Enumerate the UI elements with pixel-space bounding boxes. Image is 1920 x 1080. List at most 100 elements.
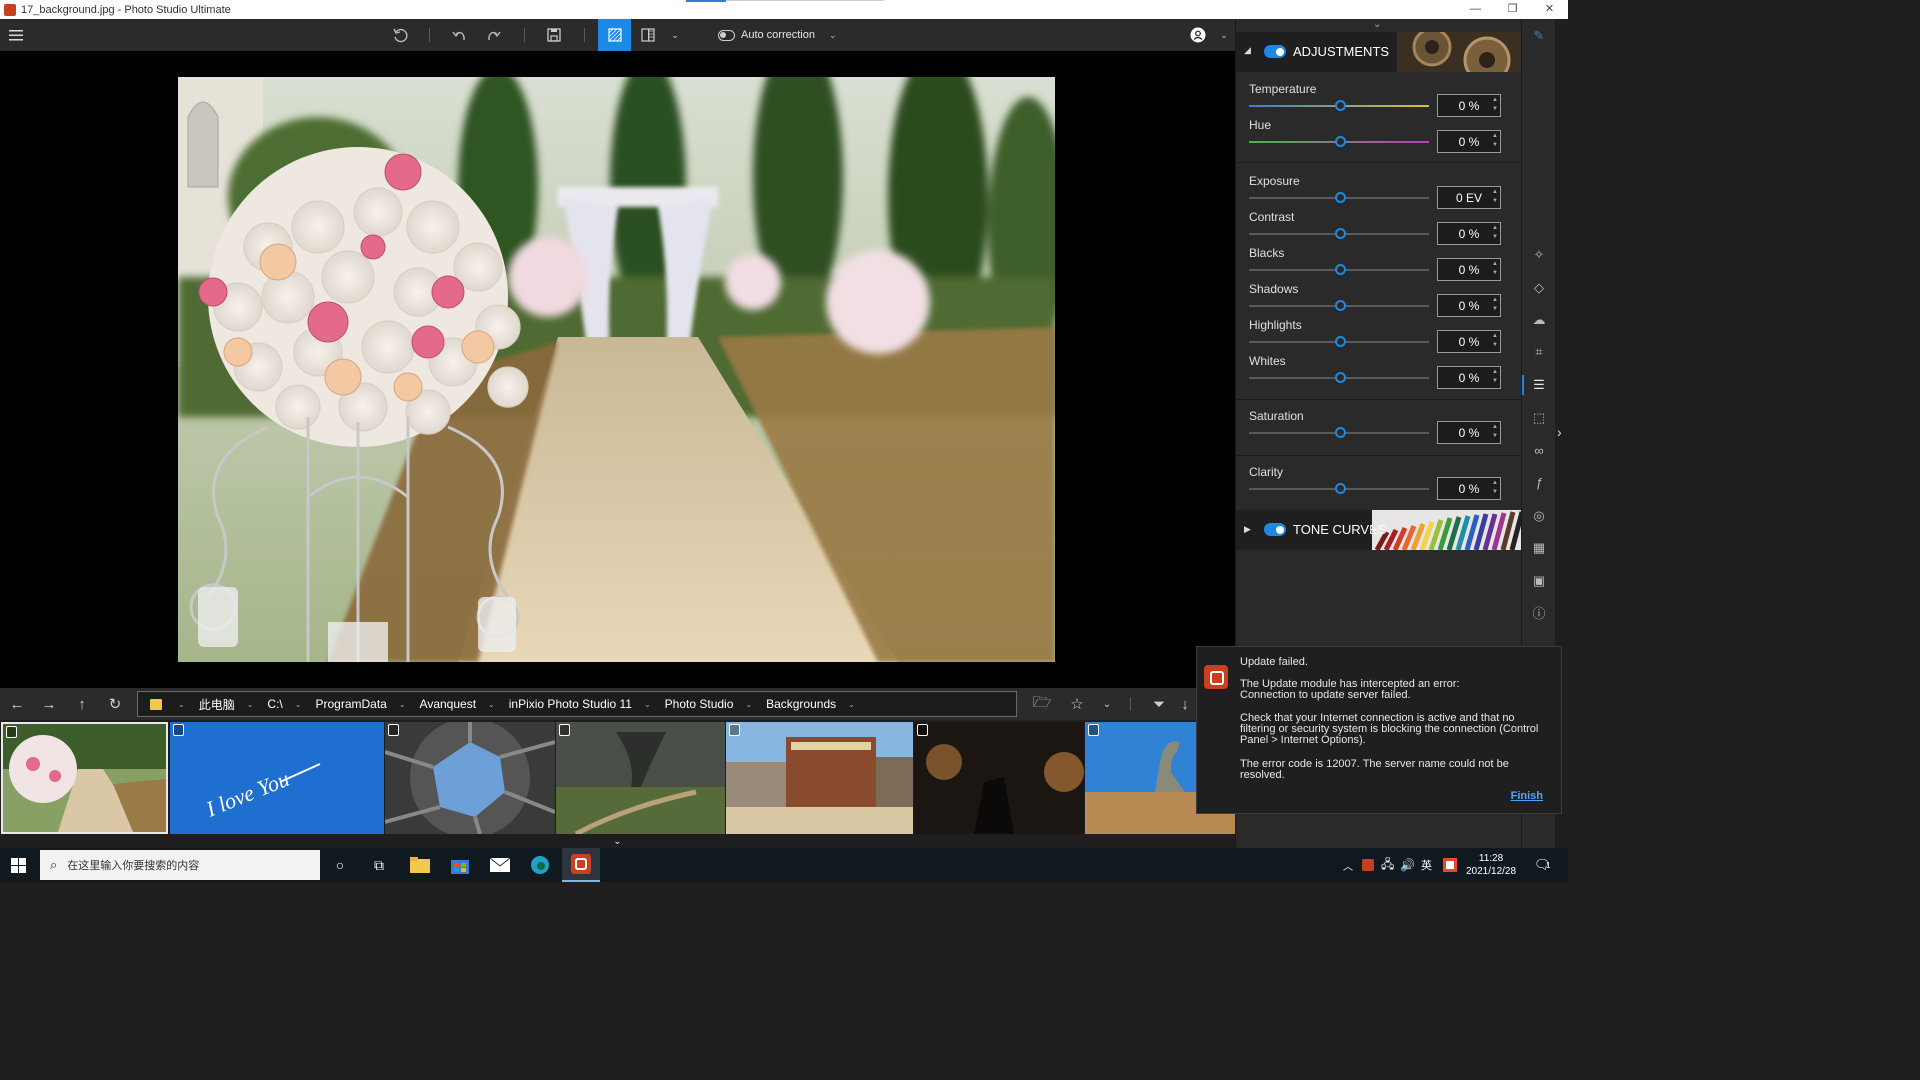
close-button[interactable]: ✕ [1531,0,1568,19]
eraser-icon[interactable]: ◇ [1530,279,1548,297]
save-icon[interactable] [540,19,568,51]
shadows-slider-knob[interactable] [1335,300,1346,311]
refresh-icon[interactable]: ↻ [100,688,130,720]
blacks-slider-knob[interactable] [1335,264,1346,275]
photo-studio-taskbar-button[interactable] [562,848,600,882]
spinner-arrows-icon[interactable]: ▲ ▼ [1492,479,1498,497]
thumbnail-tornado[interactable] [556,722,725,834]
task-view-icon[interactable]: ⧉ [367,853,391,877]
blacks-input[interactable]: 0 % ▲ ▼ [1437,258,1501,281]
temperature-slider[interactable] [1249,100,1429,111]
open-folder-icon[interactable]: 🗁 [1027,688,1057,720]
contrast-slider[interactable] [1249,228,1429,239]
file-explorer-icon[interactable] [408,853,432,877]
whites-slider[interactable] [1249,372,1429,383]
spinner-arrows-icon[interactable]: ▲ ▼ [1492,132,1498,150]
cutout-icon[interactable]: ☁ [1530,311,1548,329]
spinner-arrows-icon[interactable]: ▲ ▼ [1492,368,1498,386]
selection-icon[interactable]: ⬚ [1530,409,1548,427]
store-icon[interactable] [448,853,472,877]
adjustments-section-header[interactable]: ◢ ADJUSTMENTS [1236,32,1522,72]
adjustments-sliders-icon[interactable]: ☰ [1530,376,1548,394]
whites-slider-knob[interactable] [1335,372,1346,383]
contrast-input[interactable]: 0 % ▲ ▼ [1437,222,1501,245]
spinner-arrows-icon[interactable]: ▲ ▼ [1492,332,1498,350]
menu-icon[interactable] [4,19,28,51]
spinner-arrows-icon[interactable]: ▲ ▼ [1492,96,1498,114]
up-arrow-icon[interactable]: ↑ [67,688,97,720]
account-chevron-icon[interactable]: ⌄ [1216,19,1232,51]
reset-icon[interactable] [386,19,414,51]
temperature-input[interactable]: 0 % ▲ ▼ [1437,94,1501,117]
spinner-arrows-icon[interactable]: ▲ ▼ [1492,423,1498,441]
windows-start-icon[interactable] [11,858,26,873]
tray-overflow-icon[interactable]: ︿ [1343,848,1353,882]
back-arrow-icon[interactable]: ← [2,688,32,720]
thumbnail-i-love-you-sky[interactable]: I love You [170,722,384,834]
panel-collapse-chevron-icon[interactable]: ⌄ [1373,19,1381,30]
breadcrumb-item[interactable]: inPixio Photo Studio 11 ⌄ [509,697,651,711]
edge-browser-icon[interactable] [528,853,552,877]
clarity-slider[interactable] [1249,483,1429,494]
highlights-input[interactable]: 0 % ▲ ▼ [1437,330,1501,353]
tone-curves-section-header[interactable]: ▶ TONE CURVES [1236,510,1522,550]
account-icon[interactable] [1187,19,1209,51]
highlights-slider[interactable] [1249,336,1429,347]
clock[interactable]: 11:28 2021/12/28 [1466,848,1516,882]
contrast-slider-knob[interactable] [1335,228,1346,239]
frame-icon[interactable]: ▣ [1530,572,1548,590]
thumbnail-wedding[interactable] [1,722,168,834]
spinner-arrows-icon[interactable]: ▲ ▼ [1492,224,1498,242]
info-icon[interactable]: ⓘ [1530,605,1548,623]
texture-grid-icon[interactable]: ▦ [1530,539,1548,557]
favorites-chevron-icon[interactable]: ⌄ [1092,688,1122,720]
breadcrumb-item[interactable]: C:\ ⌄ [267,697,301,711]
hue-slider[interactable] [1249,136,1429,147]
wedding-aisle-photo[interactable] [178,77,1055,662]
favorites-star-icon[interactable]: ☆ [1062,688,1092,720]
path-breadcrumb[interactable]: ⌄ 此电脑 ⌄ C:\ ⌄ ProgramData ⌄ Avanquest ⌄ inPi… [137,691,1017,717]
sort-icon[interactable]: ↓ [1178,688,1192,720]
thumbnail-dark-scene[interactable] [914,722,1084,834]
crop-icon[interactable]: ⌗ [1530,343,1548,361]
minimize-button[interactable]: — [1457,0,1494,19]
clarity-input[interactable]: 0 % ▲ ▼ [1437,477,1501,500]
saturation-input[interactable]: 0 % ▲ ▼ [1437,421,1501,444]
glasses-icon[interactable]: ∞ [1530,442,1548,460]
thumbnail-western-town[interactable] [726,722,913,834]
tray-security-icon[interactable] [1443,848,1457,882]
tone-curves-enable-toggle[interactable] [1264,523,1286,536]
taskbar-search-input[interactable]: ⌕ 在这里输入你要搜索的内容 [40,850,320,880]
volume-icon[interactable]: 🔊 [1400,848,1415,882]
collapse-strip-chevron-icon[interactable]: ⌄ [613,836,621,847]
view-dropdown-chevron-icon[interactable]: ⌄ [667,19,683,51]
color-circles-icon[interactable]: ◎ [1530,507,1548,525]
spinner-arrows-icon[interactable]: ▲ ▼ [1492,188,1498,206]
collapse-triangle-icon[interactable]: ◢ [1244,45,1251,56]
breadcrumb-item[interactable]: ProgramData ⌄ [315,697,405,711]
whites-input[interactable]: 0 % ▲ ▼ [1437,366,1501,389]
redo-icon[interactable] [480,19,508,51]
expand-triangle-icon[interactable]: ▶ [1244,524,1251,535]
shadows-input[interactable]: 0 % ▲ ▼ [1437,294,1501,317]
single-view-button[interactable] [598,19,631,51]
filter-icon[interactable]: ⏷ [1144,688,1174,720]
presets-icon[interactable]: ✧ [1530,246,1548,264]
split-view-icon[interactable] [636,19,660,51]
spinner-arrows-icon[interactable]: ▲ ▼ [1492,260,1498,278]
effects-fx-icon[interactable]: ƒ [1530,474,1548,492]
shadows-slider[interactable] [1249,300,1429,311]
saturation-slider[interactable] [1249,427,1429,438]
blacks-slider[interactable] [1249,264,1429,275]
exposure-slider[interactable] [1249,192,1429,203]
saturation-slider-knob[interactable] [1335,427,1346,438]
hue-slider-knob[interactable] [1335,136,1346,147]
undo-icon[interactable] [445,19,473,51]
auto-correction-chevron-icon[interactable]: ⌄ [829,30,837,41]
maximize-button[interactable]: ❐ [1494,0,1531,19]
notes-icon[interactable]: ✎ [1530,27,1548,45]
hue-input[interactable]: 0 % ▲ ▼ [1437,130,1501,153]
adjustments-enable-toggle[interactable] [1264,45,1286,58]
breadcrumb-item[interactable]: Photo Studio ⌄ [665,697,752,711]
tray-app-icon[interactable] [1362,848,1374,882]
